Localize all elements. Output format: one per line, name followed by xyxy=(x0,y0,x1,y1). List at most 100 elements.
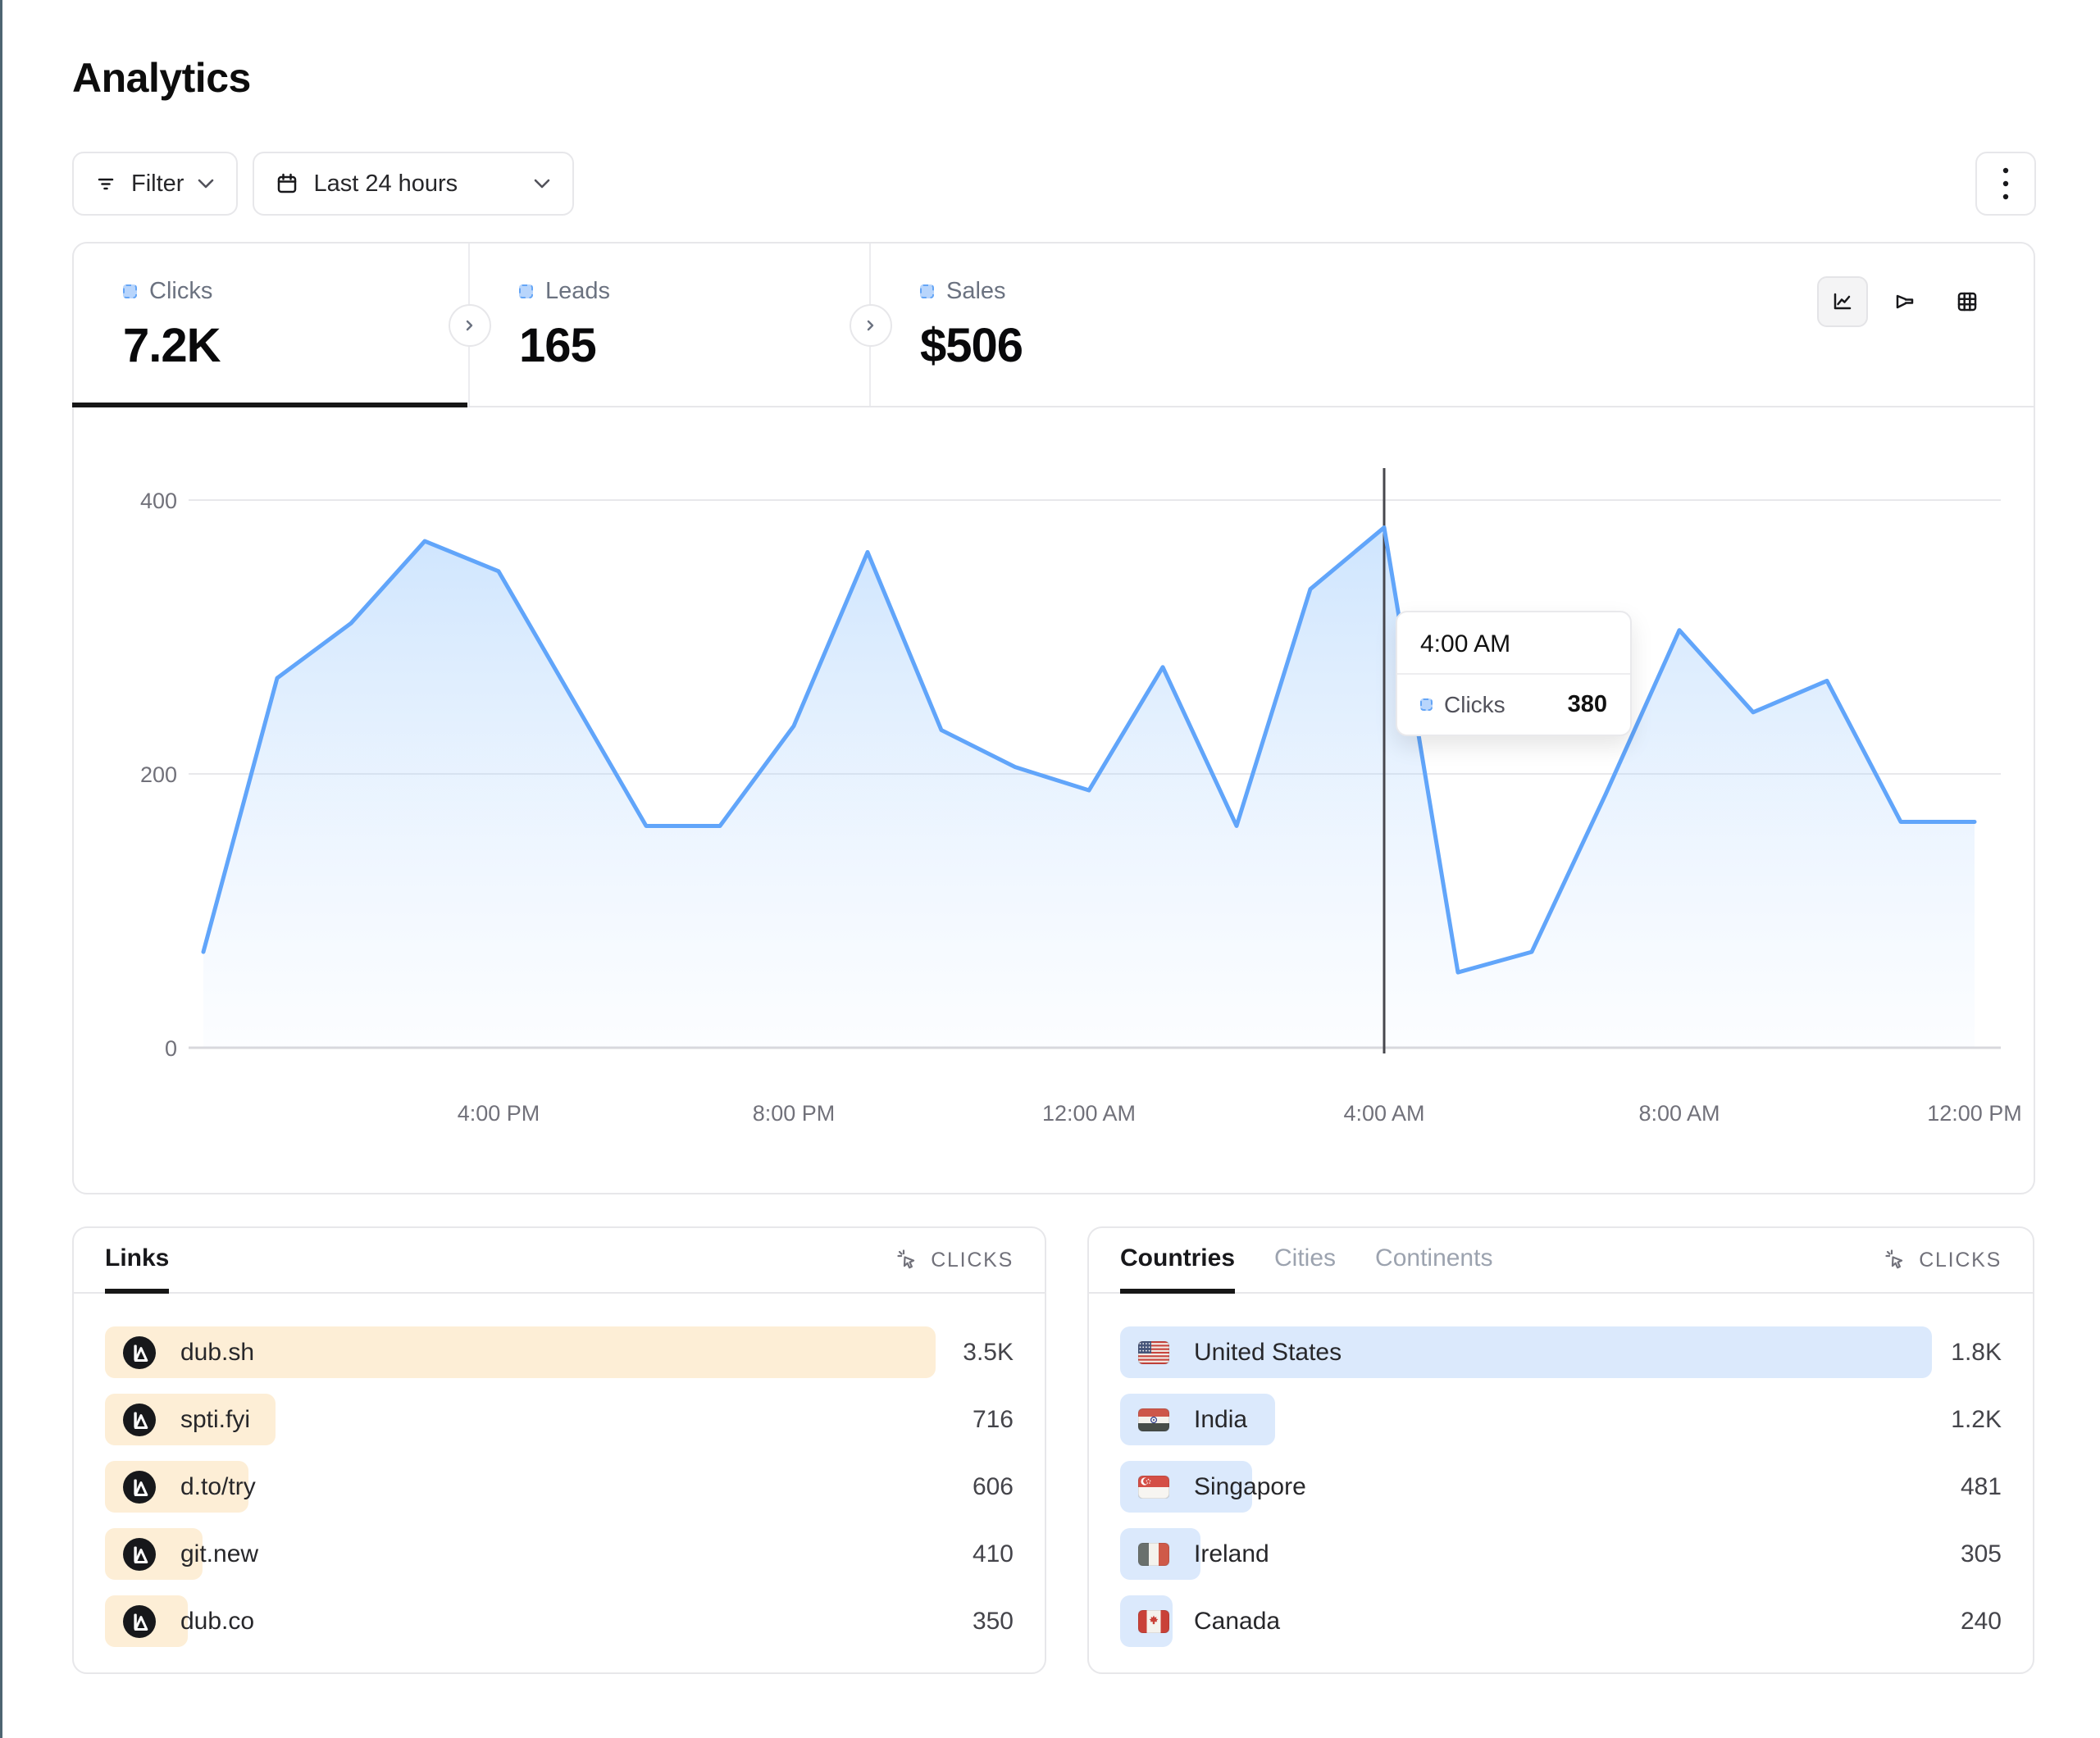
countries-panel-header: Countries Cities Continents CLICKS xyxy=(1089,1228,2033,1294)
link-name: d.to/try xyxy=(180,1473,256,1501)
link-row[interactable]: dub.sh 3.5K xyxy=(105,1326,1014,1378)
countries-metric-label: CLICKS xyxy=(1919,1249,2002,1272)
flag-ca-icon xyxy=(1138,1610,1169,1633)
link-clicks-value: 3.5K xyxy=(963,1339,1014,1367)
tab-cities[interactable]: Cities xyxy=(1274,1228,1336,1294)
country-clicks-value: 481 xyxy=(1961,1473,2002,1501)
link-row-content: d.to/try xyxy=(105,1461,256,1513)
tooltip-series-label: Clicks xyxy=(1444,692,1506,718)
dub-logo-icon xyxy=(123,1336,156,1369)
link-row-content: dub.sh xyxy=(105,1326,254,1378)
countries-panel: Countries Cities Continents CLICKS United … xyxy=(1087,1226,2034,1674)
toolbar: Filter Last 24 hours xyxy=(72,152,574,216)
date-range-label: Last 24 hours xyxy=(313,171,458,198)
links-rows: dub.sh 3.5K spti.fyi 716 d.to/try 606 xyxy=(74,1294,1045,1647)
line-chart-icon xyxy=(1829,289,1856,315)
tab-continents[interactable]: Continents xyxy=(1375,1228,1492,1294)
dub-logo-icon xyxy=(123,1605,156,1638)
country-name: India xyxy=(1194,1406,1247,1434)
filter-label: Filter xyxy=(131,171,184,198)
links-panel: Links CLICKS dub.sh 3.5K xyxy=(72,1226,1046,1674)
link-row[interactable]: d.to/try 606 xyxy=(105,1461,1014,1513)
tooltip-value: 380 xyxy=(1568,691,1607,718)
flag-ie-icon xyxy=(1138,1543,1169,1566)
tooltip-time: 4:00 AM xyxy=(1397,612,1630,675)
link-name: dub.sh xyxy=(180,1339,254,1367)
country-row[interactable]: Ireland 305 xyxy=(1120,1528,2002,1580)
country-row-content: Canada xyxy=(1120,1595,1280,1647)
kebab-menu-icon xyxy=(2002,166,2010,202)
country-name: Singapore xyxy=(1194,1473,1306,1501)
link-name: git.new xyxy=(180,1540,258,1568)
calendar-icon xyxy=(274,171,300,197)
y-axis-label: 0 xyxy=(165,1036,177,1061)
chevron-down-icon xyxy=(533,178,551,189)
x-axis-label: 8:00 PM xyxy=(753,1101,836,1126)
chevron-right-icon xyxy=(465,319,475,332)
leads-value: 165 xyxy=(519,318,869,373)
link-clicks-value: 410 xyxy=(973,1540,1014,1568)
dub-logo-icon xyxy=(123,1404,156,1436)
clicks-time-series-chart[interactable]: 02004004:00 PM8:00 PM12:00 AM4:00 AM8:00… xyxy=(74,409,2034,1194)
country-row-content: India xyxy=(1120,1394,1247,1445)
country-row[interactable]: Singapore 481 xyxy=(1120,1461,2002,1513)
x-axis-label: 12:00 PM xyxy=(1927,1101,2022,1126)
country-row-content: Ireland xyxy=(1120,1528,1269,1580)
analytics-page: Analytics Filter Last 24 hours xyxy=(0,0,2100,1738)
links-metric-header[interactable]: CLICKS xyxy=(895,1228,1014,1292)
country-row[interactable]: United States 1.8K xyxy=(1120,1326,2002,1378)
countries-metric-header[interactable]: CLICKS xyxy=(1883,1228,2002,1292)
funnel-view-button[interactable] xyxy=(1879,276,1930,327)
flag-sg-icon xyxy=(1138,1476,1169,1499)
x-axis-label: 4:00 AM xyxy=(1343,1101,1424,1126)
sales-legend-chip xyxy=(920,284,934,298)
cursor-click-icon xyxy=(1883,1247,1909,1273)
country-clicks-value: 240 xyxy=(1961,1608,2002,1636)
chevron-right-icon xyxy=(866,319,876,332)
funnel-icon xyxy=(1892,289,1918,315)
country-name: Canada xyxy=(1194,1608,1280,1636)
grid-table-icon xyxy=(1954,289,1980,315)
link-row-content: dub.co xyxy=(105,1595,254,1647)
x-axis-label: 12:00 AM xyxy=(1042,1101,1136,1126)
expand-leads-button[interactable] xyxy=(850,304,892,347)
x-axis-label: 4:00 PM xyxy=(458,1101,540,1126)
country-clicks-value: 1.2K xyxy=(1951,1406,2002,1434)
tab-countries[interactable]: Countries xyxy=(1120,1228,1235,1294)
countries-rows: United States 1.8K India 1.2K Singapore … xyxy=(1089,1294,2033,1647)
tab-links[interactable]: Links xyxy=(105,1228,169,1294)
country-row-content: United States xyxy=(1120,1326,1342,1378)
x-axis-label: 8:00 AM xyxy=(1638,1101,1720,1126)
link-name: dub.co xyxy=(180,1608,254,1636)
tab-clicks[interactable]: Clicks 7.2K xyxy=(74,243,470,406)
country-row-content: Singapore xyxy=(1120,1461,1306,1513)
more-options-button[interactable] xyxy=(1975,152,2036,216)
flag-us-icon xyxy=(1138,1341,1169,1364)
tab-sales[interactable]: Sales $506 xyxy=(871,243,1023,406)
link-clicks-value: 716 xyxy=(973,1406,1014,1434)
country-row[interactable]: Canada 240 xyxy=(1120,1595,2002,1647)
table-view-button[interactable] xyxy=(1942,276,1993,327)
line-chart-view-button[interactable] xyxy=(1817,276,1868,327)
links-metric-label: CLICKS xyxy=(931,1249,1014,1272)
sales-value: $506 xyxy=(920,318,1023,373)
filter-button[interactable]: Filter xyxy=(72,152,238,216)
tooltip-series-chip xyxy=(1420,698,1433,711)
flag-in-icon xyxy=(1138,1408,1169,1431)
date-range-button[interactable]: Last 24 hours xyxy=(253,152,574,216)
tab-leads[interactable]: Leads 165 xyxy=(470,243,871,406)
filter-icon xyxy=(93,171,118,196)
links-panel-header: Links CLICKS xyxy=(74,1228,1045,1294)
expand-clicks-button[interactable] xyxy=(449,304,491,347)
country-row[interactable]: India 1.2K xyxy=(1120,1394,2002,1445)
link-row[interactable]: spti.fyi 716 xyxy=(105,1394,1014,1445)
country-name: Ireland xyxy=(1194,1540,1269,1568)
y-axis-label: 400 xyxy=(140,489,177,513)
leads-label: Leads xyxy=(545,278,610,305)
link-row[interactable]: git.new 410 xyxy=(105,1528,1014,1580)
clicks-value: 7.2K xyxy=(123,318,468,373)
clicks-label: Clicks xyxy=(149,278,212,305)
chevron-down-icon xyxy=(197,178,215,189)
link-row[interactable]: dub.co 350 xyxy=(105,1595,1014,1647)
clicks-legend-chip xyxy=(123,284,137,298)
